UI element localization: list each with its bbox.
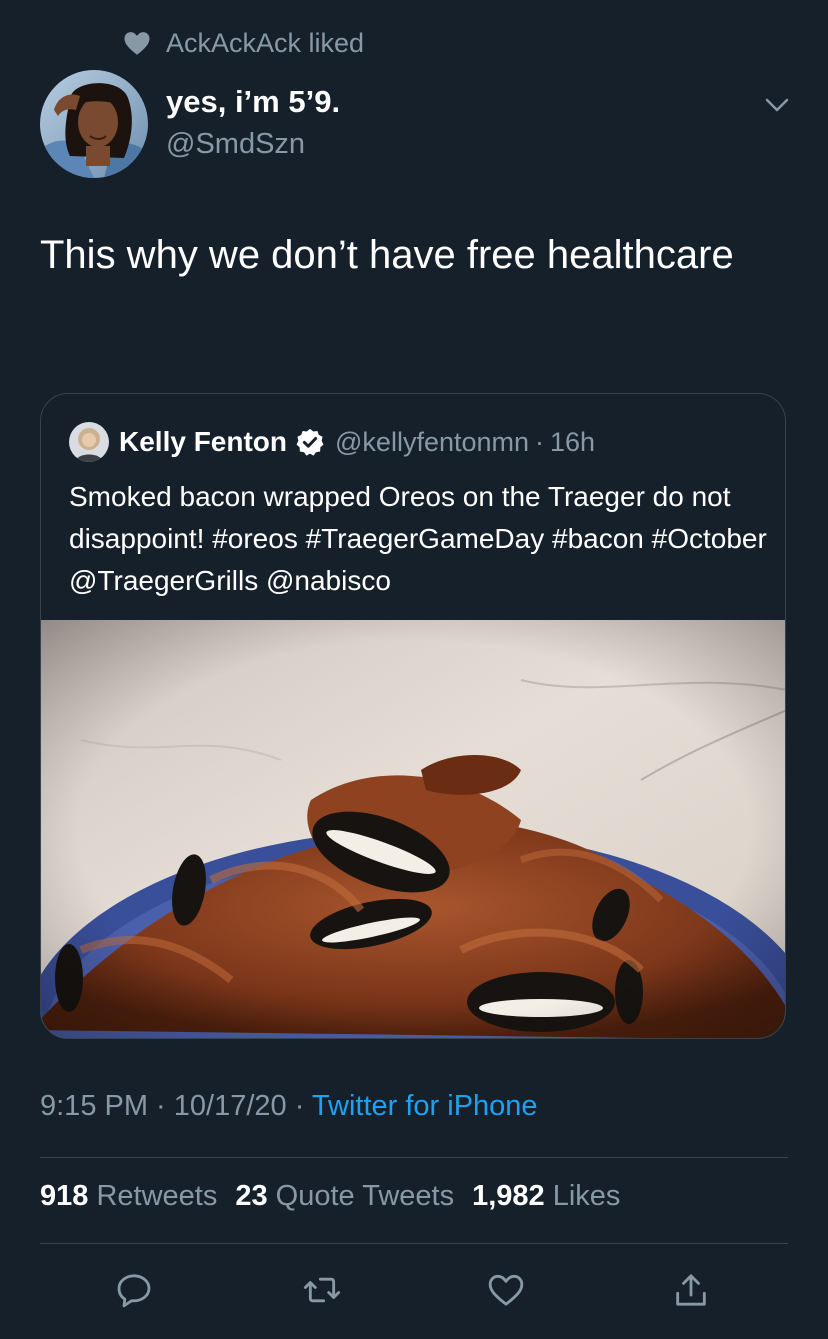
retweets-stat[interactable]: 918 Retweets <box>40 1180 217 1213</box>
author-avatar[interactable] <box>40 70 148 178</box>
quoted-author-avatar-image <box>69 422 109 462</box>
quoted-author-handle[interactable]: @kellyfentonmn <box>335 427 529 458</box>
tweet-stats: 918 Retweets 23 Quote Tweets 1,982 Likes <box>40 1180 638 1213</box>
quoted-tweet-text: Smoked bacon wrapped Oreos on the Traege… <box>69 481 767 596</box>
quoted-tweet[interactable]: Kelly Fenton @kellyfentonmn · 16h Smoked… <box>40 393 786 1039</box>
action-bar <box>0 1270 828 1310</box>
tweet-source-link[interactable]: Twitter for iPhone <box>312 1090 538 1122</box>
quoted-tweet-photo[interactable] <box>41 620 786 1039</box>
quoted-author-name[interactable]: Kelly Fenton <box>119 426 287 458</box>
chevron-down-icon[interactable] <box>762 90 792 120</box>
author-handle[interactable]: @SmdSzn <box>166 124 340 164</box>
share-icon <box>676 1274 706 1306</box>
retweets-label: Retweets <box>96 1180 218 1212</box>
quoted-tweet-separator: · <box>535 426 545 457</box>
divider <box>40 1157 788 1158</box>
reply-button[interactable] <box>114 1270 154 1310</box>
author-name[interactable]: yes, i’m 5’9. <box>166 82 340 122</box>
social-context[interactable]: AckAckAck liked <box>122 26 364 60</box>
verified-badge-icon <box>296 428 324 456</box>
divider <box>40 1243 788 1244</box>
author-avatar-image <box>40 70 148 178</box>
quoted-author-avatar[interactable] <box>69 422 109 462</box>
share-button[interactable] <box>671 1270 711 1310</box>
tweet-timestamp[interactable]: 9:15 PM · 10/17/20 <box>40 1090 287 1122</box>
meta-separator: · <box>286 1090 312 1122</box>
tweet-meta: 9:15 PM · 10/17/20 · Twitter for iPhone <box>40 1090 538 1123</box>
author-block[interactable]: yes, i’m 5’9. @SmdSzn <box>166 82 340 164</box>
likes-count: 1,982 <box>472 1180 545 1212</box>
quote-tweets-label: Quote Tweets <box>275 1180 455 1212</box>
like-icon <box>488 1274 524 1306</box>
retweet-icon <box>303 1277 341 1303</box>
quote-tweets-stat[interactable]: 23 Quote Tweets <box>235 1180 454 1213</box>
retweet-button[interactable] <box>302 1270 342 1310</box>
likes-label: Likes <box>552 1180 621 1212</box>
quoted-tweet-time[interactable]: 16h <box>550 427 595 458</box>
social-context-label: AckAckAck liked <box>166 27 365 58</box>
likes-stat[interactable]: 1,982 Likes <box>472 1180 620 1213</box>
retweets-count: 918 <box>40 1180 89 1212</box>
tweet-text: This why we don’t have free healthcare <box>40 233 734 277</box>
quote-tweets-count: 23 <box>235 1180 268 1212</box>
like-button[interactable] <box>486 1270 526 1310</box>
quoted-tweet-header: Kelly Fenton @kellyfentonmn · 16h <box>69 422 595 462</box>
heart-filled-icon <box>124 32 150 55</box>
reply-icon <box>117 1274 151 1308</box>
